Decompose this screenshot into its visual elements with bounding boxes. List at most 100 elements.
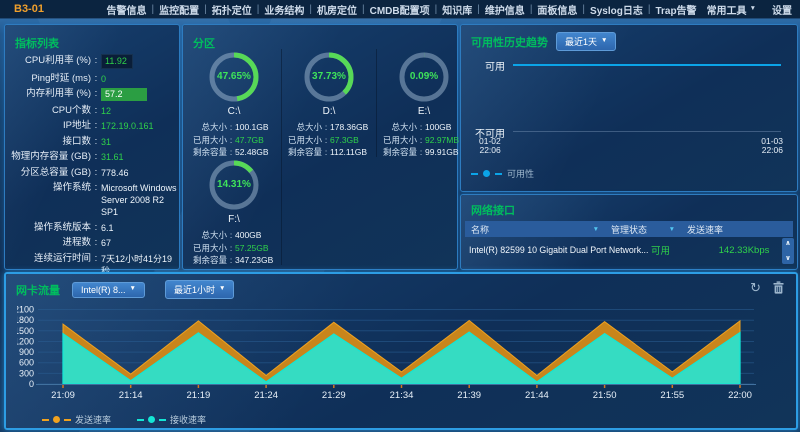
menu-item-2[interactable]: 拓扑定位 <box>212 2 252 17</box>
refresh-icon[interactable]: ↻ <box>750 281 761 294</box>
metric-row: 操作系统:Microsoft Windows Server 2008 R2 SP… <box>9 182 177 218</box>
drive-detail-row: 已用大小:92.97MB <box>377 134 471 147</box>
legend-item: 发送速率 <box>42 413 111 426</box>
metric-label: IP地址 <box>9 120 91 132</box>
timeline-end: 01-0322:06 <box>761 137 783 154</box>
partition-cell: 14.31%F:\总大小:400GB已用大小:57.25GB剩余容量:347.2… <box>187 157 282 265</box>
menu-item-0[interactable]: 告警信息 <box>107 2 147 17</box>
availability-range-button[interactable]: 最近1天▼ <box>556 32 616 51</box>
metric-row: CPU个数:12 <box>9 105 177 117</box>
availability-line <box>513 64 781 66</box>
menu-item-7[interactable]: 维护信息 <box>485 2 525 17</box>
menu-item-settings[interactable]: 设置 <box>772 2 792 17</box>
detail-label: 已用大小 <box>377 134 417 147</box>
metric-value: Microsoft Windows Server 2008 R2 SP1 <box>101 182 177 218</box>
column-header-rate[interactable]: 发送速率▼ <box>681 223 800 236</box>
detail-label: 剩余容量 <box>377 146 417 159</box>
svg-text:21:34: 21:34 <box>390 390 414 401</box>
partition-cell: 0.09%E:\总大小:100GB已用大小:92.97MB剩余容量:99.91G… <box>377 49 471 157</box>
menu-separator: | <box>147 4 160 15</box>
available-label: 可用 <box>469 58 505 73</box>
metric-value-text: 31.61 <box>101 152 124 162</box>
menu-item-10[interactable]: Trap告警 <box>655 2 696 17</box>
traffic-range-button[interactable]: 最近1小时▼ <box>165 280 234 299</box>
svg-text:21:55: 21:55 <box>660 390 684 401</box>
metric-colon: : <box>91 222 101 234</box>
chevron-down-icon: ▼ <box>601 38 607 45</box>
detail-value: 400GB <box>235 229 281 242</box>
column-header-name[interactable]: 名称▼ <box>465 223 605 236</box>
legend-item: 接收速率 <box>137 413 206 426</box>
metric-value: 778.46 <box>101 167 177 179</box>
detail-colon: : <box>227 254 235 267</box>
metric-label: 内存利用率 (%) <box>9 88 91 100</box>
metric-label: 分区总容量 (GB) <box>9 167 91 179</box>
drive-details: 总大小:100GB已用大小:92.97MB剩余容量:99.91GB <box>377 121 471 159</box>
metric-value: 6.1 <box>101 222 177 234</box>
top-menu: 告警信息|监控配置|拓扑定位|业务结构|机房定位|CMDB配置项|知识库|维护信… <box>107 2 800 17</box>
chevron-down-icon: ▼ <box>750 6 756 13</box>
sort-arrow-icon[interactable]: ▼ <box>669 226 675 233</box>
drive-detail-row: 总大小:178.36GB <box>282 121 376 134</box>
metric-colon: : <box>91 136 101 148</box>
metric-colon: : <box>91 55 101 67</box>
availability-legend: 可用性 <box>471 167 534 180</box>
detail-value: 178.36GB <box>330 121 376 134</box>
detail-colon: : <box>227 121 235 134</box>
traffic-panel-title: 网卡流量 <box>16 282 60 298</box>
menu-separator: | <box>577 4 590 15</box>
menu-item-1[interactable]: 监控配置 <box>159 2 199 17</box>
metric-row: CPU利用率 (%):11.92 <box>9 55 177 69</box>
menu-item-5[interactable]: CMDB配置项 <box>370 2 430 17</box>
metric-colon: : <box>91 120 101 132</box>
drive-detail-row: 总大小:100.1GB <box>187 121 281 134</box>
svg-text:21:14: 21:14 <box>119 390 143 401</box>
metric-label: 连续运行时间 <box>9 253 91 265</box>
legend-label: 发送速率 <box>75 413 111 426</box>
sort-arrow-icon[interactable]: ▼ <box>593 226 599 233</box>
column-header-status[interactable]: 管理状态▼ <box>605 223 681 236</box>
drive-detail-row: 已用大小:67.3GB <box>282 134 376 147</box>
interface-status: 可用 <box>651 243 709 257</box>
detail-colon: : <box>227 134 235 147</box>
legend-line-icon <box>42 419 49 421</box>
metric-value-text: 172.19.0.161 <box>101 121 154 131</box>
network-panel: 网络接口 名称▼ 管理状态▼ 发送速率▼ Intel(R) 82599 10 G… <box>460 194 798 270</box>
svg-text:21:39: 21:39 <box>457 390 481 401</box>
menu-item-3[interactable]: 业务结构 <box>264 2 304 17</box>
svg-text:22:00: 22:00 <box>728 390 752 401</box>
detail-label: 总大小 <box>187 229 227 242</box>
scroll-up-icon[interactable]: ∧ <box>785 239 791 248</box>
metrics-panel-title: 指标列表 <box>15 35 59 51</box>
menu-item-8[interactable]: 面板信息 <box>537 2 577 17</box>
scroll-down-icon[interactable]: ∨ <box>785 254 791 263</box>
menu-item-tools[interactable]: 常用工具▼ <box>707 2 756 17</box>
metric-colon: : <box>91 151 101 163</box>
top-bar: B3-01 告警信息|监控配置|拓扑定位|业务结构|机房定位|CMDB配置项|知… <box>0 0 800 18</box>
legend-label: 接收速率 <box>170 413 206 426</box>
drive-detail-row: 总大小:400GB <box>187 229 281 242</box>
menu-separator: | <box>430 4 443 15</box>
svg-text:21:24: 21:24 <box>254 390 278 401</box>
chevron-down-icon: ▼ <box>219 286 225 293</box>
network-table-row[interactable]: Intel(R) 82599 10 Gigabit Dual Port Netw… <box>465 238 779 262</box>
menu-item-6[interactable]: 知识库 <box>442 2 472 17</box>
legend-line-icon <box>137 419 144 421</box>
menu-item-9[interactable]: Syslog日志 <box>590 2 643 17</box>
metric-label: 操作系统版本 <box>9 222 91 234</box>
disk-usage-donut: 47.65% <box>208 51 260 103</box>
metric-value-text: 778.46 <box>101 168 129 178</box>
detail-label: 已用大小 <box>282 134 322 147</box>
detail-colon: : <box>417 134 425 147</box>
detail-value: 47.7GB <box>235 134 281 147</box>
metrics-list: CPU利用率 (%):11.92Ping时延 (ms):0内存利用率 (%):5… <box>9 55 177 280</box>
drive-detail-row: 剩余容量:347.23GB <box>187 254 281 267</box>
drive-detail-row: 总大小:100GB <box>377 121 471 134</box>
table-scrollbar[interactable]: ∧ ∨ <box>782 238 794 264</box>
availability-panel: 可用性历史趋势 最近1天▼ 可用 不可用 01-0222:06 01-0322:… <box>460 24 798 192</box>
menu-item-4[interactable]: 机房定位 <box>317 2 357 17</box>
trash-icon[interactable] <box>773 281 784 294</box>
metric-value-text: 6.1 <box>101 223 114 233</box>
traffic-panel: 网卡流量 Intel(R) 8...▼ 最近1小时▼ ↻ 03006009001… <box>4 272 798 430</box>
nic-select-button[interactable]: Intel(R) 8...▼ <box>72 282 145 298</box>
